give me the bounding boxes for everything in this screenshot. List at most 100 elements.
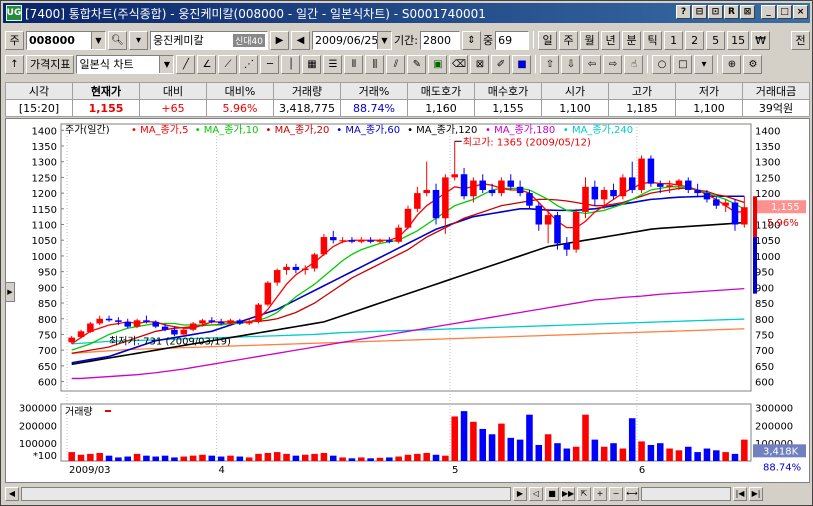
volume-bar [741,439,748,461]
delete-tool-icon[interactable]: ⊠ [470,54,490,74]
color-tool-icon[interactable]: ■ [512,54,532,74]
zoom-out-icon[interactable]: − [609,486,623,501]
interval-day-button[interactable]: 일 [538,30,558,50]
interval-5-button[interactable]: 5 [706,30,726,50]
option-menu-icon[interactable]: ▾ [129,30,148,50]
go-last-icon[interactable]: ▶| [749,486,763,501]
x-tick-label: 6 [639,465,645,476]
search-icon[interactable]: 🔍︎ [108,30,127,50]
volume-bar [273,452,281,461]
interval-week-button[interactable]: 주 [559,30,579,50]
previous-button[interactable]: 전 [791,30,810,50]
date-picker[interactable]: 2009/06/25 ▼ [312,30,392,50]
scroll-right-icon[interactable]: ▶ [513,486,527,501]
interval-2-button[interactable]: 2 [685,30,705,50]
chevron-down-icon[interactable]: ▼ [159,55,174,73]
next-arrow-icon[interactable]: ▶ [270,30,289,50]
chart-area[interactable]: 2009/03 4 5 6 1400 1400 1350 1350 1300 1300 1250 12… [5,118,810,483]
stock-code-input[interactable]: 008000 ▼ [26,30,106,50]
channel-tool-icon[interactable]: ⫽ [386,54,406,74]
volume-bar [264,452,272,461]
bars-tool-icon[interactable]: ⫴ [344,54,364,74]
interval-minute-button[interactable]: 분 [622,30,642,50]
chart-restore-icon[interactable]: ⇱ [577,486,591,501]
quote-header: 매수호가 [474,82,542,100]
horizontal-line-icon[interactable]: ─ [260,54,280,74]
candle-body [227,320,234,324]
pointer-icon[interactable]: ☝ [624,54,644,74]
zoom-icon[interactable]: ⊕ [722,54,742,74]
period-spin-icon[interactable]: ⇕ [461,30,481,50]
angle-tool-icon[interactable]: ∠ [197,54,217,74]
eraser-tool-icon[interactable]: ⌫ [449,54,469,74]
circle-tool-icon[interactable]: ○ [652,54,672,74]
volume-bar [329,455,337,461]
interval-15-button[interactable]: 15 [727,30,750,50]
restore-screen-button[interactable]: ⊡ [708,5,723,19]
y-tick-label-left: 700 [38,346,57,357]
interval-month-button[interactable]: 월 [580,30,600,50]
help-button[interactable]: ? [676,5,691,19]
fibonacci-tool-icon[interactable]: ☰ [323,54,343,74]
chevron-down-icon[interactable]: ▼ [377,31,391,49]
vertical-line-icon[interactable]: │ [281,54,301,74]
ma-legend-item: • MA_종가,20 [266,124,330,136]
edit-tool-icon[interactable]: ✐ [491,54,511,74]
quote-ask: 1,160 [407,99,475,117]
close-button[interactable]: × [793,5,808,19]
market-selector-button[interactable]: 주 [5,30,24,50]
volume-bar [358,457,365,461]
candle-body [105,318,113,321]
fan-tool-icon[interactable]: ⋰ [239,54,259,74]
chart-type-select[interactable]: 일본식 차트 ▼ [76,54,175,74]
line-tool-icon[interactable]: ╱ [176,54,196,74]
interval-tick-button[interactable]: 틱 [643,30,663,50]
quote-header: 대비% [206,82,274,100]
maximize-button[interactable]: □ [777,5,792,19]
up-arrow-icon[interactable]: ↑ [5,54,24,74]
play-back-icon[interactable]: ◁ [529,486,543,501]
arrow-up-icon[interactable]: ⇧ [540,54,560,74]
volume-bar [675,450,683,461]
stop-icon[interactable]: ■ [545,486,559,501]
go-first-icon[interactable]: |◀ [733,486,747,501]
volume-tag: 3,418K [763,446,799,457]
rect-tool-icon[interactable]: □ [673,54,693,74]
trend-tool-icon[interactable]: ⟋ [218,54,238,74]
grid-tool-icon[interactable]: ▦ [302,54,322,74]
settings-icon[interactable]: ⚙ [743,54,763,74]
candle-body [451,174,458,178]
side-panel-toggle[interactable]: ▶ [5,282,15,302]
reset-button[interactable]: R [724,5,739,19]
image-tool-icon[interactable]: ▣ [428,54,448,74]
minimize-screen-button[interactable]: ⊟ [692,5,707,19]
period-input[interactable]: 2800 [419,30,460,50]
price-chart-svg[interactable]: 2009/03 4 5 6 1400 1400 1350 1350 1300 1300 1250 12… [6,119,809,482]
menu-dropdown-icon[interactable]: ▾ [694,54,714,74]
chevron-down-icon[interactable]: ▼ [91,31,105,49]
arrow-left-icon[interactable]: ⇦ [582,54,602,74]
cycle-tool-icon[interactable]: ⫼ [365,54,385,74]
fit-icon[interactable]: ⟷ [625,486,639,501]
center-input[interactable]: 69 [495,30,530,50]
volume-bar [479,428,487,461]
minimize-button[interactable]: _ [761,5,776,19]
interval-year-button[interactable]: 년 [601,30,621,50]
zoom-slider[interactable] [641,486,731,501]
volume-bar [320,452,328,461]
scroll-track[interactable] [21,486,511,501]
y-tick-label-right: 800 [755,315,774,326]
pen-tool-icon[interactable]: ✎ [407,54,427,74]
fast-forward-icon[interactable]: ▶▶ [561,486,575,501]
currency-button[interactable]: ₩ [751,30,771,50]
zoom-in-icon[interactable]: + [593,486,607,501]
candle-body [423,189,430,194]
scroll-left-icon[interactable]: ◀ [5,486,19,501]
prev-arrow-icon[interactable]: ◀ [291,30,310,50]
link-button[interactable]: ⊠ [740,5,755,19]
arrow-down-icon[interactable]: ⇩ [561,54,581,74]
indicator-button[interactable]: 가격지표 [26,54,75,74]
quote-change-pct: 5.96% [206,99,274,117]
arrow-right-icon[interactable]: ⇨ [603,54,623,74]
interval-1-button[interactable]: 1 [664,30,684,50]
